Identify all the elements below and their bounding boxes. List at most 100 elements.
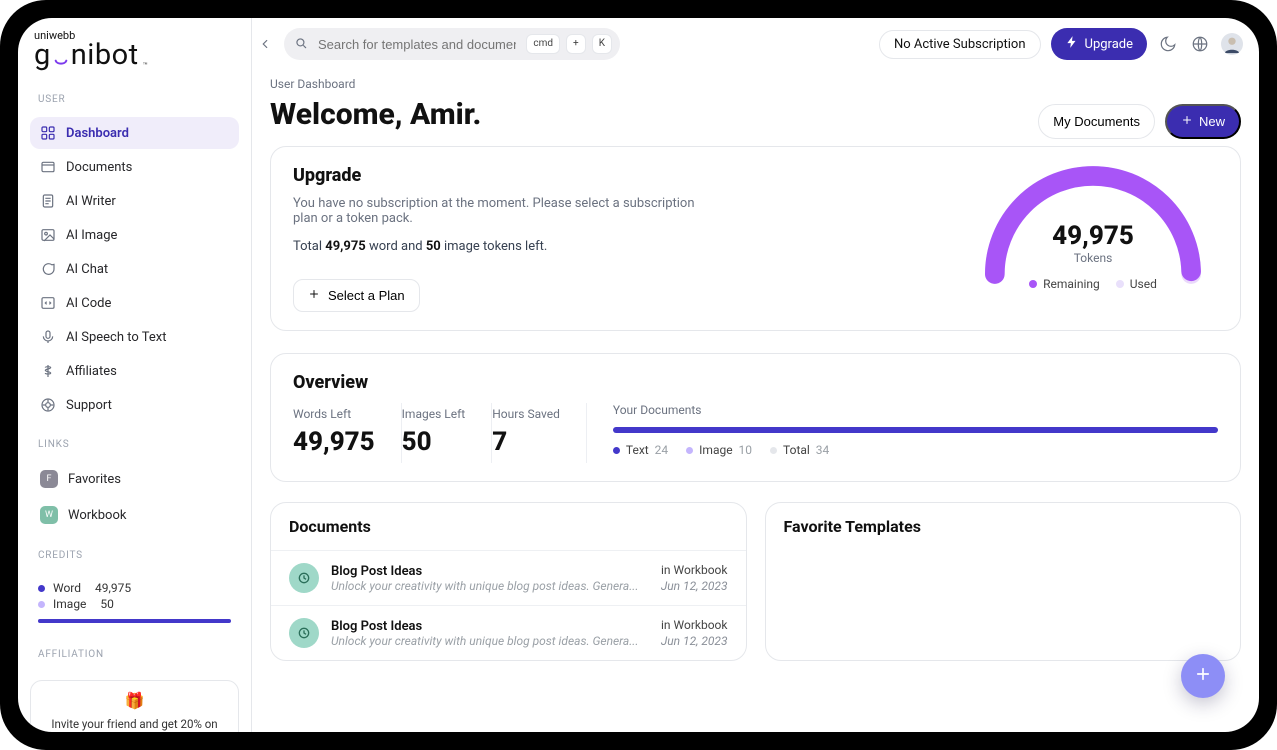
back-button[interactable] xyxy=(254,33,276,55)
sidebar-item-ai-speech[interactable]: AI Speech to Text xyxy=(30,321,239,353)
chat-icon xyxy=(40,261,56,277)
document-title: Blog Post Ideas xyxy=(331,564,649,579)
sidebar-item-documents[interactable]: Documents xyxy=(30,151,239,183)
new-label: New xyxy=(1199,114,1225,129)
badge-icon: W xyxy=(40,506,58,524)
sidebar-link-favorites[interactable]: F Favorites xyxy=(30,462,239,496)
credits: Word49,975 Image50 xyxy=(30,573,239,631)
document-row[interactable]: Blog Post Ideas Unlock your creativity w… xyxy=(271,605,746,660)
documents-legend: Text 24Image 10Total 34 xyxy=(613,443,1218,457)
affiliation-card: 🎁 Invite your friend and get 20% on thei… xyxy=(30,680,239,732)
smile-icon xyxy=(53,54,69,70)
sidebar-section-links: LINKS xyxy=(30,429,239,454)
dot-icon xyxy=(770,447,777,454)
affiliation-text: Invite your friend and get 20% on their … xyxy=(41,716,228,732)
legend-value: 10 xyxy=(739,443,753,457)
sidebar-item-affiliates[interactable]: Affiliates xyxy=(30,355,239,387)
sidebar-item-ai-writer[interactable]: AI Writer xyxy=(30,185,239,217)
sidebar-item-dashboard[interactable]: Dashboard xyxy=(30,117,239,149)
select-plan-button[interactable]: Select a Plan xyxy=(293,279,420,312)
my-documents-button[interactable]: My Documents xyxy=(1038,104,1155,139)
sidebar-section-user: USER xyxy=(30,84,239,109)
sidebar-item-label: Affiliates xyxy=(66,364,117,379)
select-plan-label: Select a Plan xyxy=(328,288,405,303)
overview-title: Overview xyxy=(293,372,1218,393)
sidebar-item-label: Documents xyxy=(66,160,132,175)
page-title: Welcome, Amir. xyxy=(270,97,481,132)
brand-logo: g nibot ™ xyxy=(34,41,235,70)
dot-icon xyxy=(38,585,45,592)
sidebar-item-label: Workbook xyxy=(68,508,126,523)
upgrade-button[interactable]: Upgrade xyxy=(1051,28,1147,60)
sidebar-item-label: AI Speech to Text xyxy=(66,330,166,345)
credit-row: Image50 xyxy=(38,597,231,611)
upgrade-title: Upgrade xyxy=(293,165,944,186)
document-subtitle: Unlock your creativity with unique blog … xyxy=(331,579,649,593)
sidebar-item-label: AI Chat xyxy=(66,262,108,277)
dot-icon xyxy=(613,447,620,454)
stat-words-left: Words Left 49,975 xyxy=(293,403,402,463)
your-documents-label: Your Documents xyxy=(613,403,1218,417)
image-icon xyxy=(40,227,56,243)
lifebuoy-icon xyxy=(40,397,56,413)
sidebar-item-label: AI Code xyxy=(66,296,111,311)
legend-label: Total xyxy=(783,443,810,457)
no-subscription-pill[interactable]: No Active Subscription xyxy=(879,30,1041,59)
avatar[interactable] xyxy=(1221,33,1243,55)
code-icon xyxy=(40,295,56,311)
your-documents: Your Documents Text 24Image 10Total 34 xyxy=(587,403,1218,463)
document-date: Jun 12, 2023 xyxy=(661,579,728,593)
document-icon xyxy=(289,618,319,648)
sidebar-item-label: Favorites xyxy=(68,472,121,487)
stat-images-left: Images Left 50 xyxy=(402,403,493,463)
document-meta: in Workbook xyxy=(661,563,728,577)
plus-icon xyxy=(308,288,320,303)
dot-icon xyxy=(686,447,693,454)
tokens-gauge: 49,975 Tokens Remaining Used xyxy=(968,165,1218,291)
dot-icon xyxy=(38,601,45,608)
fab-new[interactable] xyxy=(1181,654,1225,698)
sidebar-item-support[interactable]: Support xyxy=(30,389,239,421)
sidebar: uniwebb g nibot ™ USER Dashboard Document… xyxy=(18,18,252,732)
gauge-legend: Remaining Used xyxy=(968,277,1218,291)
document-meta: in Workbook xyxy=(661,618,728,632)
content: User Dashboard Welcome, Amir. My Documen… xyxy=(252,71,1259,679)
upgrade-desc: You have no subscription at the moment. … xyxy=(293,196,713,226)
sidebar-item-label: Support xyxy=(66,398,112,413)
sidebar-item-ai-chat[interactable]: AI Chat xyxy=(30,253,239,285)
credit-row: Word49,975 xyxy=(38,581,231,595)
search-icon xyxy=(294,35,308,54)
kbd-shortcut: cmd+K xyxy=(526,34,612,54)
brand-name-after: nibot xyxy=(71,41,139,70)
gift-icon: 🎁 xyxy=(41,691,228,710)
search-input[interactable] xyxy=(316,36,518,53)
brand: uniwebb g nibot ™ xyxy=(30,28,239,76)
breadcrumb: User Dashboard xyxy=(270,77,1241,91)
favorites-panel: Favorite Templates xyxy=(765,502,1242,661)
theme-toggle[interactable] xyxy=(1157,33,1179,55)
brand-name-before: g xyxy=(34,41,51,70)
sidebar-link-workbook[interactable]: W Workbook xyxy=(30,498,239,532)
credit-value: 50 xyxy=(100,597,114,611)
document-row[interactable]: Blog Post Ideas Unlock your creativity w… xyxy=(271,550,746,605)
dollar-icon xyxy=(40,363,56,379)
sidebar-item-ai-image[interactable]: AI Image xyxy=(30,219,239,251)
document-icon xyxy=(289,563,319,593)
mic-icon xyxy=(40,329,56,345)
nav-user: Dashboard Documents AI Writer AI Image AI Ch… xyxy=(30,117,239,421)
search-field[interactable]: cmd+K xyxy=(284,28,620,60)
upgrade-label: Upgrade xyxy=(1085,37,1133,52)
upgrade-totals: Total 49,975 word and 50 image tokens le… xyxy=(293,239,944,254)
upgrade-card: Upgrade You have no subscription at the … xyxy=(270,146,1241,331)
plus-icon xyxy=(1194,665,1212,687)
sidebar-item-label: AI Image xyxy=(66,228,117,243)
legend-item: Text 24 xyxy=(613,443,668,457)
globe-icon[interactable] xyxy=(1189,33,1211,55)
new-button[interactable]: New xyxy=(1165,104,1241,139)
grid-icon xyxy=(40,125,56,141)
sidebar-item-ai-code[interactable]: AI Code xyxy=(30,287,239,319)
badge-icon: F xyxy=(40,470,58,488)
documents-panel: Documents Blog Post Ideas Unlock your cr… xyxy=(270,502,747,661)
nav-links: F Favorites W Workbook xyxy=(30,462,239,532)
document-subtitle: Unlock your creativity with unique blog … xyxy=(331,634,649,648)
